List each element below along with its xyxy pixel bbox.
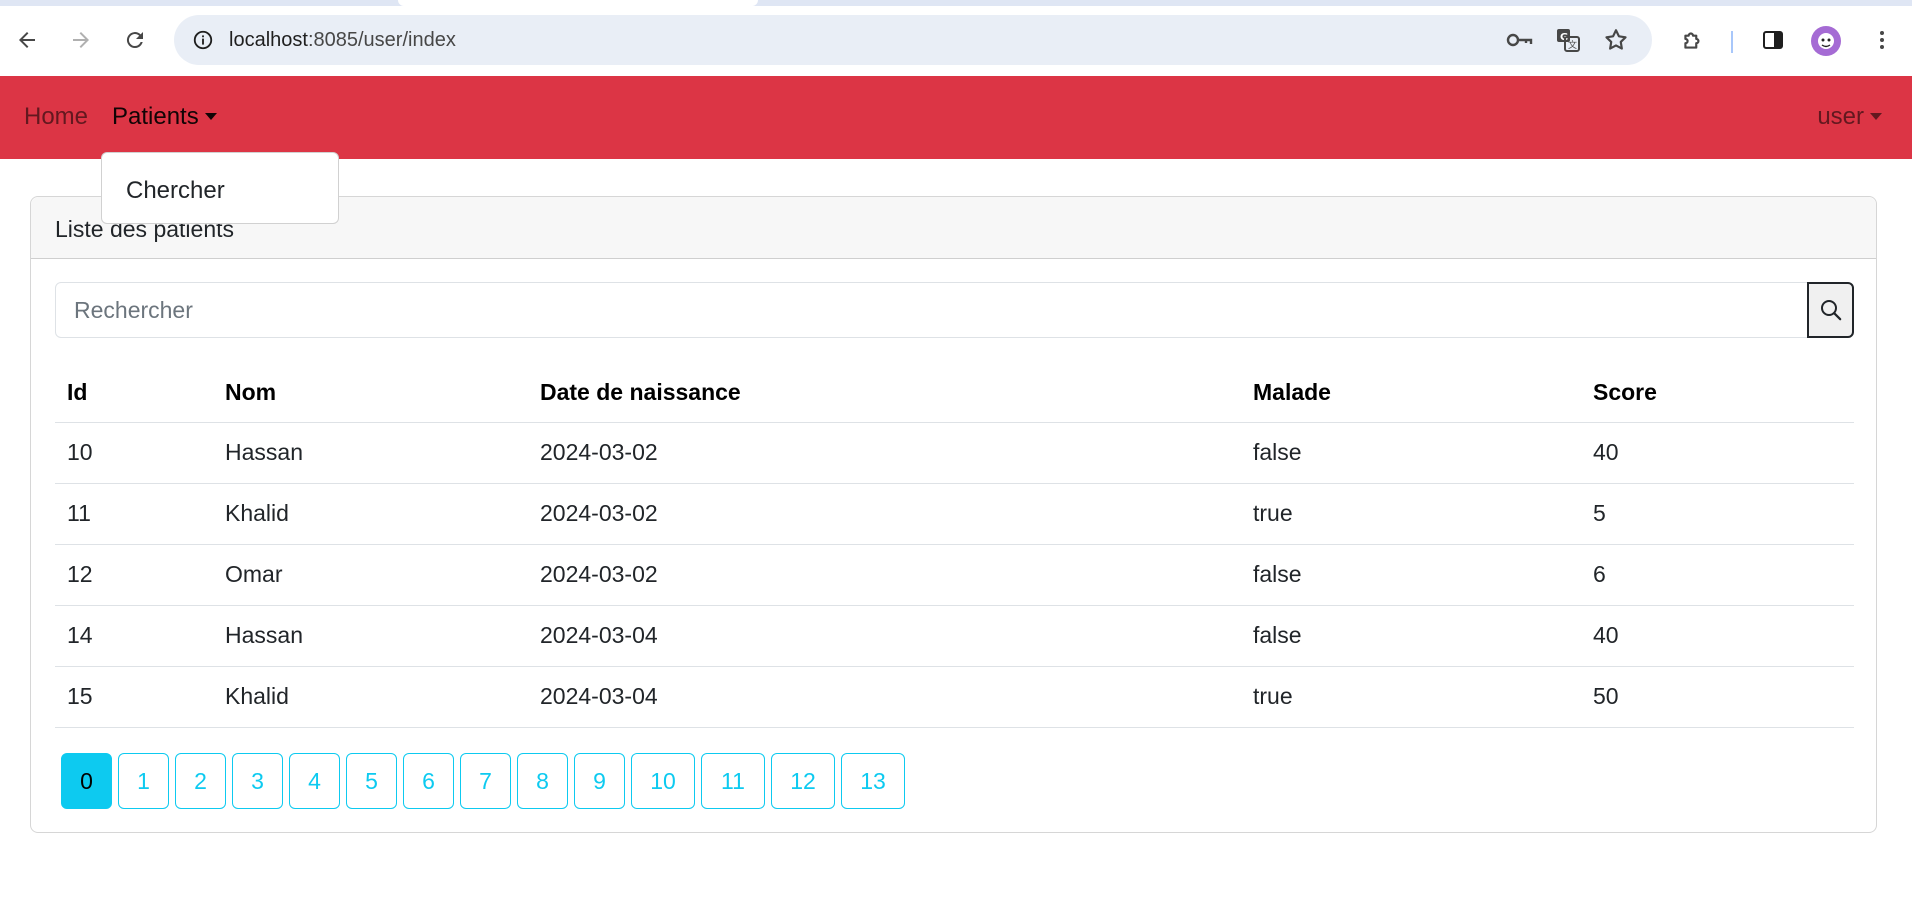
page-button-10[interactable]: 10 — [631, 753, 695, 809]
bookmark-star-icon[interactable] — [1598, 24, 1634, 56]
pagination: 0 1 2 3 4 5 6 7 8 9 10 11 12 13 — [61, 753, 905, 809]
page-button-6[interactable]: 6 — [403, 753, 454, 809]
page-button-1[interactable]: 1 — [118, 753, 169, 809]
forward-button[interactable] — [61, 20, 101, 60]
dropdown-item-chercher[interactable]: Chercher — [126, 177, 225, 205]
reload-button[interactable] — [115, 20, 155, 60]
page-button-2[interactable]: 2 — [175, 753, 226, 809]
page-button-7[interactable]: 7 — [460, 753, 511, 809]
page-button-12[interactable]: 12 — [771, 753, 835, 809]
table-row: 12 Omar 2024-03-02 false 6 — [55, 544, 1854, 606]
forward-arrow-icon — [73, 32, 89, 48]
search-button[interactable] — [1807, 282, 1854, 338]
col-header-nom: Nom — [213, 363, 528, 423]
url-path: :8085/user/index — [307, 29, 456, 51]
side-panel-button[interactable] — [1753, 20, 1793, 60]
browser-menu-button[interactable] — [1862, 20, 1902, 60]
cell-date: 2024-03-04 — [528, 605, 1241, 667]
browser-toolbar: localhost:8085/user/index G文 — [0, 6, 1912, 74]
search-form — [55, 282, 1854, 338]
search-input[interactable] — [55, 282, 1808, 338]
profile-avatar[interactable] — [1811, 26, 1841, 56]
cell-id: 11 — [55, 483, 213, 545]
cell-nom: Hassan — [213, 605, 528, 667]
page-button-3[interactable]: 3 — [232, 753, 283, 809]
patients-table: Id Nom Date de naissance Malade Score 10… — [55, 363, 1854, 728]
toolbar-divider — [1731, 31, 1733, 53]
url-host: localhost — [229, 29, 308, 51]
page-button-11[interactable]: 11 — [701, 753, 765, 809]
patients-table-wrapper: Id Nom Date de naissance Malade Score 10… — [55, 363, 1854, 728]
cell-date: 2024-03-04 — [528, 666, 1241, 728]
col-header-score: Score — [1581, 363, 1854, 423]
cell-score: 50 — [1581, 666, 1854, 728]
col-header-id: Id — [55, 363, 213, 423]
app-navbar: Home Patients user — [0, 76, 1912, 159]
nav-patients-label: Patients — [112, 103, 199, 130]
table-row: 15 Khalid 2024-03-04 true 50 — [55, 666, 1854, 728]
avatar-face-icon — [1818, 33, 1834, 49]
back-arrow-icon — [19, 32, 35, 48]
patients-card: Liste des patients Id Nom Date de naissa… — [30, 196, 1877, 833]
cell-id: 12 — [55, 544, 213, 606]
cell-malade: false — [1241, 605, 1581, 667]
page-button-8[interactable]: 8 — [517, 753, 568, 809]
caret-down-icon — [1870, 113, 1882, 120]
side-panel-icon — [1763, 31, 1783, 49]
reload-icon — [126, 32, 143, 49]
cell-nom: Omar — [213, 544, 528, 606]
puzzle-icon — [1684, 32, 1700, 49]
table-header-row: Id Nom Date de naissance Malade Score — [55, 363, 1854, 423]
cell-nom: Khalid — [213, 483, 528, 545]
cell-malade: false — [1241, 544, 1581, 606]
cell-score: 5 — [1581, 483, 1854, 545]
extensions-button[interactable] — [1673, 20, 1713, 60]
table-row: 10 Hassan 2024-03-02 false 40 — [55, 422, 1854, 484]
cell-date: 2024-03-02 — [528, 544, 1241, 606]
table-row: 14 Hassan 2024-03-04 false 40 — [55, 605, 1854, 667]
cell-date: 2024-03-02 — [528, 483, 1241, 545]
cell-malade: true — [1241, 666, 1581, 728]
translate-icon[interactable]: G文 — [1550, 24, 1586, 56]
cell-score: 40 — [1581, 605, 1854, 667]
page-button-9[interactable]: 9 — [574, 753, 625, 809]
nav-user-dropdown[interactable]: user — [1817, 103, 1882, 131]
page-button-5[interactable]: 5 — [346, 753, 397, 809]
page-button-4[interactable]: 4 — [289, 753, 340, 809]
cell-score: 40 — [1581, 422, 1854, 484]
page-button-0[interactable]: 0 — [61, 753, 112, 809]
cell-nom: Hassan — [213, 422, 528, 484]
cell-score: 6 — [1581, 544, 1854, 606]
url-text[interactable]: localhost:8085/user/index — [229, 29, 456, 52]
cell-date: 2024-03-02 — [528, 422, 1241, 484]
back-button[interactable] — [7, 20, 47, 60]
caret-down-icon — [204, 113, 217, 120]
cell-id: 15 — [55, 666, 213, 728]
address-bar[interactable]: localhost:8085/user/index G文 — [174, 15, 1652, 65]
cell-id: 14 — [55, 605, 213, 667]
svg-text:文: 文 — [1568, 39, 1577, 51]
patients-dropdown-menu: Chercher — [101, 152, 339, 224]
col-header-date: Date de naissance — [528, 363, 1241, 423]
search-icon — [1820, 300, 1841, 321]
cell-malade: true — [1241, 483, 1581, 545]
nav-home[interactable]: Home — [24, 103, 88, 131]
cell-id: 10 — [55, 422, 213, 484]
password-key-icon[interactable] — [1502, 24, 1538, 56]
page-button-13[interactable]: 13 — [841, 753, 905, 809]
site-info-icon[interactable] — [188, 25, 218, 55]
cell-nom: Khalid — [213, 666, 528, 728]
nav-user-label: user — [1817, 103, 1864, 130]
nav-patients-dropdown[interactable]: Patients — [112, 103, 217, 131]
kebab-menu-icon — [1880, 31, 1884, 49]
cell-malade: false — [1241, 422, 1581, 484]
table-row: 11 Khalid 2024-03-02 true 5 — [55, 483, 1854, 545]
col-header-malade: Malade — [1241, 363, 1581, 423]
